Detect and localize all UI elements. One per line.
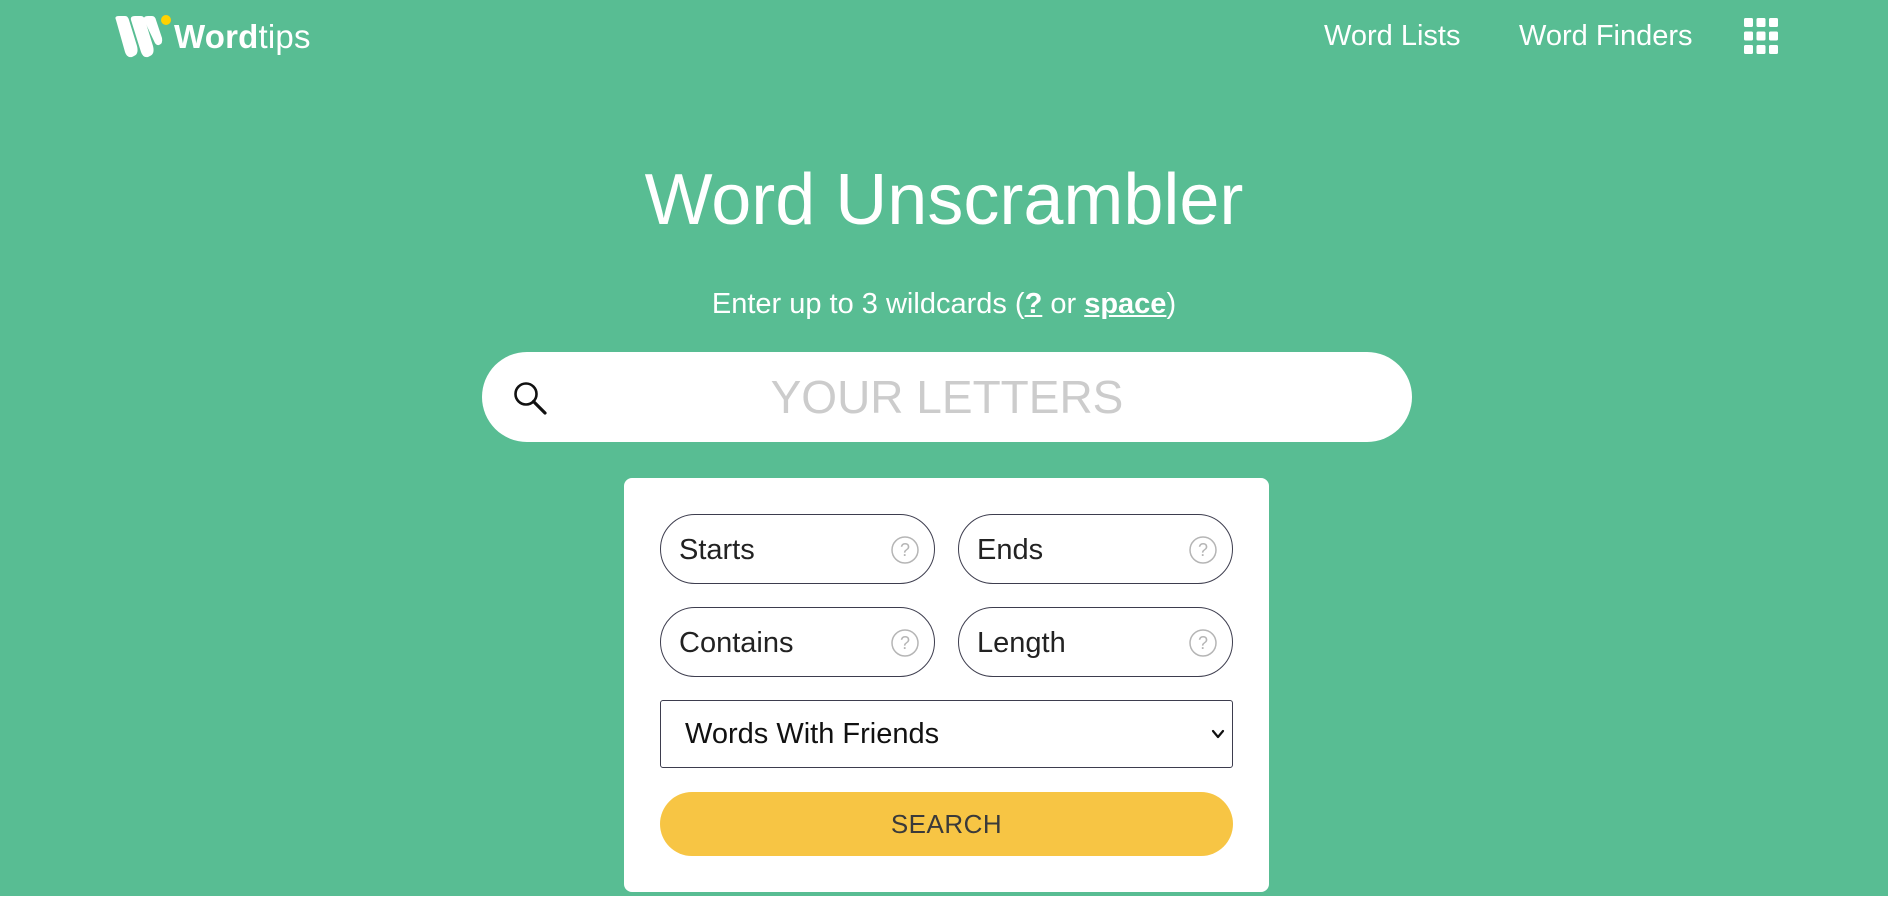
advanced-filters-card: ? ? ? ? Words With Friends: [624, 478, 1269, 892]
wildcard-question-link[interactable]: ?: [1025, 288, 1043, 320]
dictionary-selected-value: Words With Friends: [685, 718, 940, 750]
svg-text:?: ?: [900, 633, 910, 653]
letters-search-bar: [482, 352, 1412, 442]
svg-text:?: ?: [1198, 540, 1208, 560]
logo-wordmark: Wordtips: [174, 14, 311, 60]
contains-input[interactable]: [679, 620, 879, 666]
wordtips-logo[interactable]: Wordtips: [114, 14, 311, 60]
starts-input[interactable]: [679, 527, 879, 573]
dictionary-select[interactable]: Words With Friends: [660, 700, 1233, 768]
logo-mark-icon: [115, 15, 171, 58]
ends-field: ?: [958, 514, 1233, 584]
chevron-down-icon: [1211, 729, 1225, 739]
wildcard-hint-separator: or: [1042, 288, 1085, 320]
question-circle-icon[interactable]: ?: [1188, 628, 1218, 658]
ends-input[interactable]: [977, 527, 1177, 573]
logo-text-light: tips: [258, 18, 311, 55]
logo-text-bold: Word: [174, 18, 259, 55]
wildcard-hint-suffix: ): [1166, 288, 1177, 320]
wildcard-hint: Enter up to 3 wildcards (? or space): [0, 284, 1888, 324]
question-circle-icon[interactable]: ?: [890, 628, 920, 658]
wildcard-space-link[interactable]: space: [1084, 288, 1166, 320]
hero-section: Wordtips Word Lists Word Finders Word Un…: [0, 0, 1888, 896]
nav-word-finders[interactable]: Word Finders: [1519, 16, 1693, 56]
wildcard-hint-prefix: Enter up to 3 wildcards (: [711, 288, 1025, 320]
question-circle-icon[interactable]: ?: [890, 535, 920, 565]
question-circle-icon[interactable]: ?: [1188, 535, 1218, 565]
svg-text:?: ?: [1198, 633, 1208, 653]
starts-field: ?: [660, 514, 935, 584]
page-title: Word Unscrambler: [644, 160, 1244, 240]
nav-word-lists[interactable]: Word Lists: [1324, 16, 1460, 56]
length-field: ?: [958, 607, 1233, 677]
svg-text:?: ?: [900, 540, 910, 560]
contains-field: ?: [660, 607, 935, 677]
letters-input[interactable]: [572, 362, 1322, 432]
grid-icon[interactable]: [1744, 18, 1778, 54]
length-input[interactable]: [977, 620, 1177, 666]
search-button[interactable]: SEARCH: [660, 792, 1233, 856]
search-icon: [514, 382, 547, 415]
